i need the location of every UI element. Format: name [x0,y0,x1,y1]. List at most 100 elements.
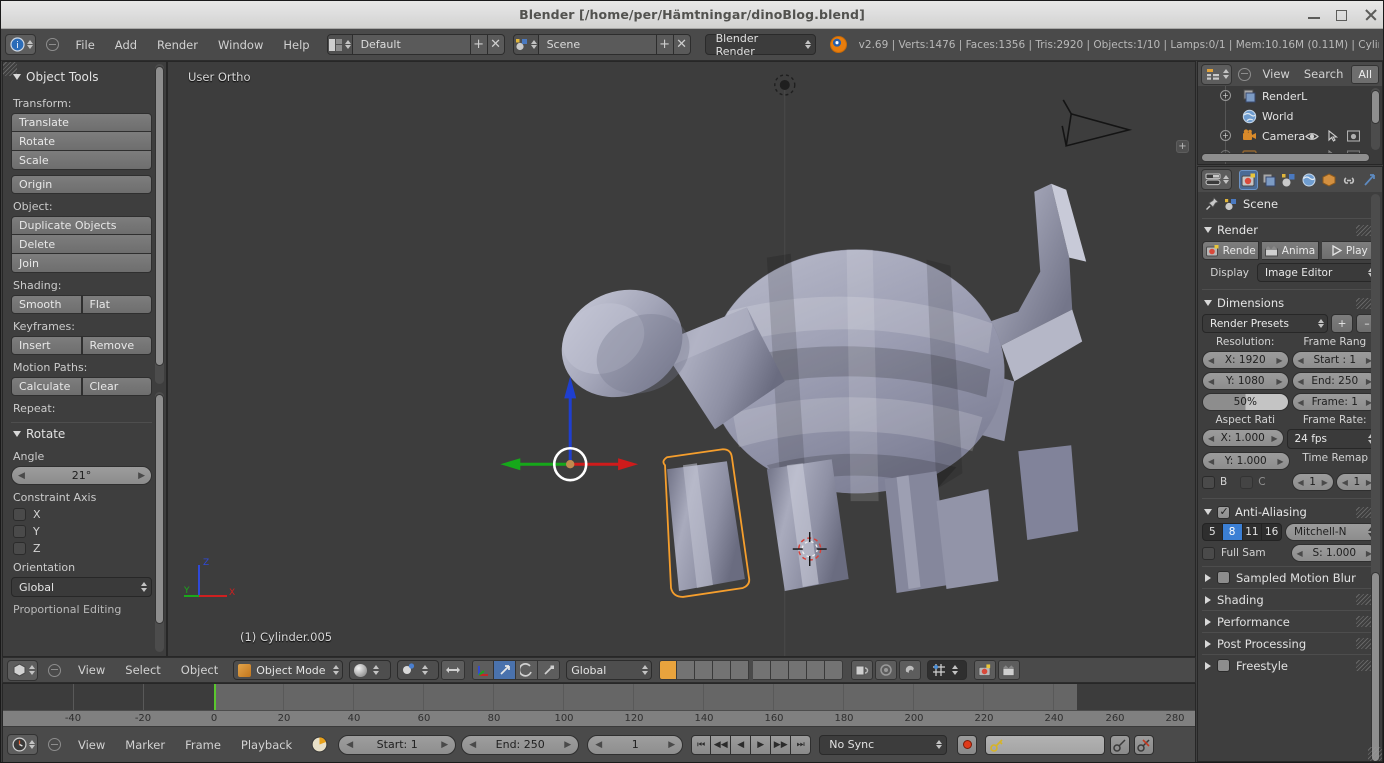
render-engine-selector[interactable]: Blender Render [704,32,816,58]
screen-layout-selector[interactable]: Default + ✕ [326,34,505,55]
jump-to-end-button[interactable]: ⏭ [791,734,812,755]
decrement-arrow-icon[interactable]: ◀ [18,471,25,481]
render-presets-dropdown[interactable]: Render Presets [1202,314,1328,333]
expand-icon[interactable]: + [1220,90,1231,101]
auto-keyframe-button[interactable] [957,734,978,755]
dimensions-section-header[interactable]: Dimensions [1202,292,1378,314]
decrement-arrow-icon[interactable]: ◀ [1298,356,1304,365]
constraint-axis-z[interactable]: Z [13,542,152,555]
aa-sample-16[interactable]: 16 [1262,523,1282,541]
editor-type-selector[interactable]: i [5,34,36,55]
toolshelf-scrollbar-1[interactable] [155,66,164,366]
object-tools-panel-header[interactable]: Object Tools [11,66,152,91]
render-opengl-image-button[interactable] [974,660,997,680]
end-frame-field[interactable]: ◀ End: 250 ▶ [461,734,580,755]
tab-world[interactable] [1300,170,1319,190]
viewport-shading-selector[interactable] [349,660,392,680]
shading-spinner-icon[interactable] [373,665,380,675]
layer-cell[interactable] [695,660,714,680]
duplicate-objects-button[interactable]: Duplicate Objects [11,216,152,235]
frame-end-field[interactable]: ◀ End: 250 ▶ [1291,372,1378,390]
manipulator-toggle-button[interactable] [472,660,495,680]
layer-cell[interactable] [731,660,750,680]
outliner-item-world[interactable]: World [1198,106,1382,126]
keying-set-field[interactable] [985,734,1106,755]
frame-start-field[interactable]: ◀ Start : 1 ▶ [1291,351,1378,369]
frame-step-field[interactable]: ◀ Frame: 1 ▶ [1291,393,1378,411]
editor-type-spinner[interactable] [27,39,33,50]
viewport-editor-type-selector[interactable] [7,659,38,681]
remove-keyframe-button[interactable]: Remove [81,336,152,355]
tab-scene[interactable] [1280,170,1299,190]
next-keyframe-button[interactable]: ▶▶ [771,734,792,755]
antialiasing-section-header[interactable]: Anti-Aliasing [1202,501,1378,523]
translate-button[interactable]: Translate [11,113,152,132]
outliner-horizontal-scrollbar[interactable] [1201,153,1370,162]
viewport-menu-view[interactable]: View [69,660,114,680]
aa-sample-5[interactable]: 5 [1202,523,1223,541]
pause-on-playback-icon[interactable] [308,735,330,755]
decrement-arrow-icon[interactable]: ◀ [1342,478,1348,487]
tab-constraints[interactable] [1340,170,1359,190]
interaction-mode-selector[interactable]: Object Mode [233,660,344,680]
layer-cell[interactable] [659,660,678,680]
scene-spinner[interactable] [530,39,537,50]
performance-section[interactable]: Performance [1202,610,1378,632]
aspect-y-field[interactable]: ◀ Y: 1.000 ▶ [1202,452,1290,470]
crop-checkbox[interactable] [1240,475,1254,489]
motion-blur-checkbox[interactable] [1217,571,1230,584]
delete-keyframe-button[interactable] [1134,734,1155,755]
increment-arrow-icon[interactable]: ▶ [1276,356,1282,365]
add-scene-button[interactable]: + [656,34,674,55]
clear-paths-button[interactable]: Clear [81,377,152,396]
delete-layout-button[interactable]: ✕ [487,34,505,55]
maximize-button[interactable] [1335,8,1349,22]
tab-object[interactable] [1320,170,1339,190]
layer-cell[interactable] [753,660,772,680]
sync-spinner-icon[interactable] [936,739,943,750]
outliner-vertical-scrollbar[interactable] [1371,90,1380,124]
scene-name[interactable]: Scene [538,34,657,55]
outliner-menu-view[interactable]: View [1257,64,1296,84]
engine-spinner[interactable] [804,39,811,50]
editor-type-spinner[interactable] [1223,69,1229,79]
tab-render-layers[interactable] [1259,170,1278,190]
decrement-arrow-icon[interactable]: ◀ [1298,398,1304,407]
collapse-menu-icon[interactable] [48,738,61,751]
border-checkbox[interactable] [1202,475,1215,489]
orientation-dropdown[interactable]: Global [11,577,152,597]
resolution-y-field[interactable]: ◀ Y: 1080 ▶ [1202,372,1289,390]
rotate-panel-header[interactable]: Rotate [11,425,152,448]
increment-arrow-icon[interactable]: ▶ [1271,434,1277,443]
play-animation-button[interactable]: Play [1321,241,1378,260]
pivot-point-selector[interactable] [397,660,440,680]
cursor-arrow-icon[interactable] [1327,130,1339,142]
layer-cell[interactable] [807,660,826,680]
decrement-arrow-icon[interactable]: ◀ [1208,377,1214,386]
origin-button[interactable]: Origin [11,175,152,194]
frame-rate-dropdown[interactable]: 24 fps [1286,429,1378,449]
insert-keyframe-button[interactable]: Insert [11,336,82,355]
layer-cell[interactable] [825,660,844,680]
increment-arrow-icon[interactable]: ▶ [138,471,145,481]
dropdown-spinner-icon[interactable] [141,582,147,592]
sync-mode-selector[interactable]: No Sync [819,734,948,755]
post-processing-section[interactable]: Post Processing [1202,632,1378,654]
constraint-axis-y[interactable]: Y [13,525,152,538]
orientation-spinner-icon[interactable] [642,665,649,675]
layer-cell[interactable] [771,660,790,680]
collapse-menu-icon[interactable] [1238,67,1251,81]
antialiasing-checkbox[interactable] [1217,505,1230,519]
outliner-filter-all-button[interactable]: All [1351,64,1379,84]
insert-keyframe-button[interactable] [1110,734,1131,755]
3d-viewport[interactable]: User Ortho (1) Cylinder.005 Z X Y + [167,61,1196,657]
outliner-editor-type-selector[interactable] [1201,63,1232,85]
sampled-motion-blur-section[interactable]: Sampled Motion Blur [1202,566,1378,588]
layer-cell[interactable] [677,660,696,680]
resolution-percentage-slider[interactable]: 50% [1202,393,1289,411]
aa-filter-dropdown[interactable]: Mitchell-N [1285,523,1378,541]
scale-button[interactable]: Scale [11,151,152,170]
manipulate-center-points-button[interactable] [441,660,466,680]
full-sample-checkbox[interactable] [1202,546,1215,560]
add-layout-button[interactable]: + [470,34,488,55]
